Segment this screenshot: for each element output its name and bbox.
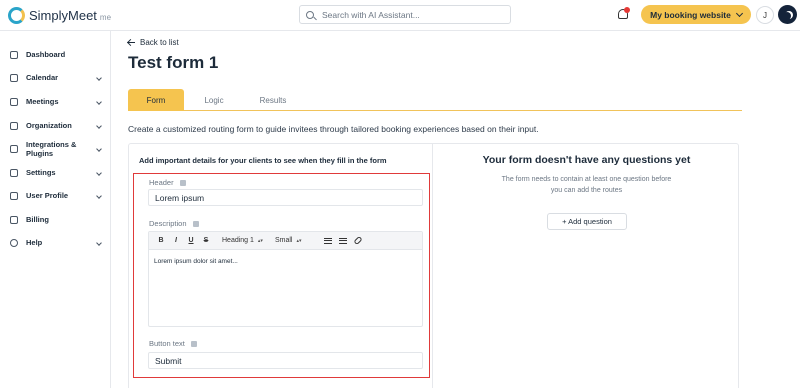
calendar-icon xyxy=(10,73,18,82)
underline-button[interactable]: U xyxy=(185,237,197,244)
form-card: Add important details for your clients t… xyxy=(128,143,739,388)
link-icon[interactable] xyxy=(352,235,363,246)
add-question-button[interactable]: + Add question xyxy=(547,213,627,230)
bold-button[interactable]: B xyxy=(155,237,167,244)
form-details-heading: Add important details for your clients t… xyxy=(139,156,387,165)
editor-toolbar: B I U S Heading 1 ▴▾ Small ▴▾ xyxy=(149,232,422,250)
description-label-row: Description xyxy=(149,219,199,228)
header-label: Header xyxy=(149,178,174,187)
logo-text: SimplyMeet xyxy=(29,8,97,23)
button-text-label-row: Button text xyxy=(149,339,197,348)
empty-state-line-1: The form needs to contain at least one q… xyxy=(501,176,672,183)
sidebar-item-dashboard[interactable]: Dashboard xyxy=(10,50,105,59)
sidebar-item-label: Calendar xyxy=(26,73,59,82)
chevron-down-icon xyxy=(96,146,102,152)
sidebar-item-label: Help xyxy=(26,238,43,247)
select-arrow-icon: ▴▾ xyxy=(296,237,302,244)
ordered-list-icon[interactable] xyxy=(323,237,332,244)
chevron-down-icon xyxy=(96,192,102,199)
size-select[interactable]: Small ▴▾ xyxy=(275,237,302,244)
chevron-down-icon xyxy=(735,9,743,17)
heading-select-value: Heading 1 xyxy=(222,237,254,244)
button-text-label: Button text xyxy=(149,339,185,348)
chevron-down-icon xyxy=(96,239,102,246)
theme-toggle-button[interactable] xyxy=(778,5,797,24)
sidebar-item-label: Settings xyxy=(26,168,56,177)
sidebar-item-label: User Profile xyxy=(26,191,69,200)
avatar[interactable]: J xyxy=(756,6,774,24)
page-title: Test form 1 xyxy=(128,53,219,72)
form-details-pane: Add important details for your clients t… xyxy=(129,144,433,388)
empty-state-line-2: you can add the routes xyxy=(550,187,623,194)
bullet-list-icon[interactable] xyxy=(338,237,347,244)
logo[interactable]: SimplyMeet me xyxy=(8,7,111,24)
info-icon[interactable] xyxy=(179,179,186,186)
empty-state-description: The form needs to contain at least one q… xyxy=(433,174,740,196)
sidebar-item-settings[interactable]: Settings xyxy=(10,168,105,177)
chart-icon xyxy=(10,50,18,59)
info-icon[interactable] xyxy=(190,340,197,347)
info-icon[interactable] xyxy=(192,220,199,227)
intro-text: Create a customized routing form to guid… xyxy=(128,124,539,134)
header-input[interactable]: Lorem ipsum xyxy=(148,189,423,206)
sidebar-item-user-profile[interactable]: User Profile xyxy=(10,191,105,200)
description-label: Description xyxy=(149,219,187,228)
chevron-down-icon xyxy=(96,74,102,81)
heading-select[interactable]: Heading 1 ▴▾ xyxy=(222,237,263,244)
header-label-row: Header xyxy=(149,178,186,187)
plug-icon xyxy=(10,145,18,153)
sidebar-item-label: Dashboard xyxy=(26,50,66,59)
sidebar-item-label: Integrations & Plugins xyxy=(26,140,77,158)
code-icon xyxy=(10,168,18,177)
arrow-left-icon xyxy=(128,41,135,44)
tab-form[interactable]: Form xyxy=(128,89,184,111)
sidebar-item-billing[interactable]: Billing xyxy=(10,215,105,224)
back-label: Back to list xyxy=(140,38,179,47)
sidebar: Dashboard Calendar Meetings Organization… xyxy=(0,31,111,388)
highlight-box: Header Lorem ipsum Description B I U S H… xyxy=(133,173,430,378)
sidebar-item-organization[interactable]: Organization xyxy=(10,121,105,130)
logo-suffix: me xyxy=(99,12,112,22)
logo-icon xyxy=(8,7,25,24)
description-editor[interactable]: B I U S Heading 1 ▴▾ Small ▴▾ Lorem ipsu… xyxy=(148,231,423,327)
sidebar-item-label: Organization xyxy=(26,121,72,130)
organization-icon xyxy=(10,121,18,130)
search-icon xyxy=(306,10,314,19)
user-icon xyxy=(10,191,18,200)
chevron-down-icon xyxy=(96,98,102,105)
top-bar: SimplyMeet me Search with AI Assistant..… xyxy=(0,0,800,31)
size-select-value: Small xyxy=(274,237,293,244)
sidebar-item-label: Billing xyxy=(26,215,49,224)
sidebar-item-label: Meetings xyxy=(26,97,59,106)
search-placeholder: Search with AI Assistant... xyxy=(322,9,420,20)
sidebar-item-help[interactable]: Help xyxy=(10,238,105,247)
tab-results[interactable]: Results xyxy=(248,89,298,111)
search-input[interactable]: Search with AI Assistant... xyxy=(299,5,511,24)
empty-state-title: Your form doesn't have any questions yet xyxy=(482,154,691,166)
chevron-down-icon xyxy=(96,169,102,176)
italic-button[interactable]: I xyxy=(170,237,182,244)
button-text-input[interactable]: Submit xyxy=(148,352,423,369)
sidebar-item-integrations[interactable]: Integrations & Plugins xyxy=(10,140,105,158)
help-icon xyxy=(10,238,18,247)
description-text: Lorem ipsum dolor sit amet... xyxy=(154,258,238,265)
my-booking-website-button[interactable]: My booking website xyxy=(641,5,751,24)
booking-button-label: My booking website xyxy=(650,9,731,20)
tab-bar: Form Logic Results xyxy=(128,89,742,111)
sidebar-item-calendar[interactable]: Calendar xyxy=(10,73,105,82)
meetings-icon xyxy=(10,97,18,106)
billing-icon xyxy=(10,215,18,224)
strikethrough-button[interactable]: S xyxy=(200,237,212,244)
tab-logic[interactable]: Logic xyxy=(193,89,235,111)
back-to-list-link[interactable]: Back to list xyxy=(128,38,179,47)
chevron-down-icon xyxy=(96,122,102,129)
notification-dot xyxy=(624,7,630,13)
sidebar-item-meetings[interactable]: Meetings xyxy=(10,97,105,106)
select-arrow-icon: ▴▾ xyxy=(257,237,263,244)
moon-icon xyxy=(783,12,791,20)
